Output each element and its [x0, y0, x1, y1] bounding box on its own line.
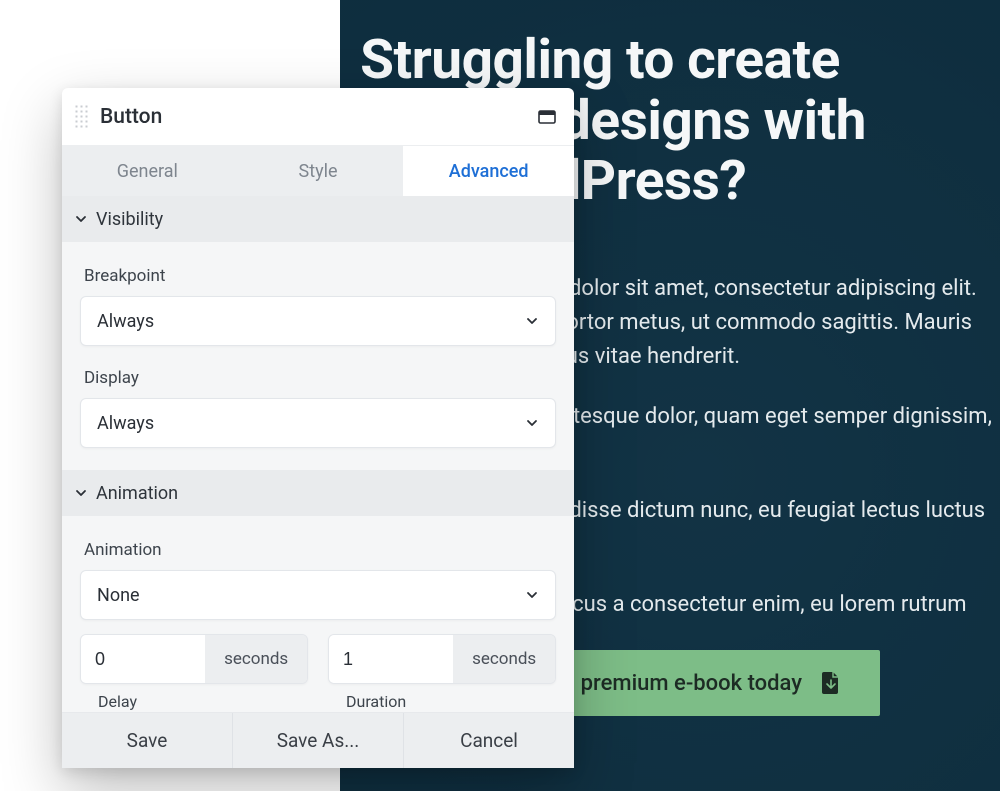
element-editor-panel: Button General Style Advanced Visibility… — [62, 88, 574, 768]
drag-handle-icon[interactable] — [74, 104, 88, 130]
tab-advanced[interactable]: Advanced — [403, 146, 574, 196]
save-button[interactable]: Save — [62, 713, 233, 768]
section-header-animation[interactable]: Animation — [62, 470, 574, 516]
display-label: Display — [84, 368, 556, 388]
panel-title: Button — [100, 105, 538, 129]
panel-tabs: General Style Advanced — [62, 146, 574, 196]
panel-body[interactable]: Visibility Breakpoint Always Display Alw… — [62, 196, 574, 712]
breakpoint-label: Breakpoint — [84, 266, 556, 286]
save-as-button[interactable]: Save As... — [233, 713, 404, 768]
chevron-down-icon — [525, 416, 539, 430]
breakpoint-select[interactable]: Always — [80, 296, 556, 346]
animation-select[interactable]: None — [80, 570, 556, 620]
chevron-down-icon — [525, 588, 539, 602]
window-toggle-icon[interactable] — [538, 110, 556, 124]
duration-input-group: seconds — [328, 634, 556, 684]
tab-general[interactable]: General — [62, 146, 233, 196]
pdf-icon — [822, 672, 840, 694]
display-value: Always — [97, 413, 154, 434]
section-header-visibility[interactable]: Visibility — [62, 196, 574, 242]
section-title: Animation — [96, 483, 178, 504]
animation-label: Animation — [84, 540, 556, 560]
duration-unit: seconds — [453, 635, 555, 683]
chevron-down-icon — [74, 486, 88, 500]
cancel-button[interactable]: Cancel — [404, 713, 574, 768]
delay-input[interactable] — [81, 635, 205, 683]
display-select[interactable]: Always — [80, 398, 556, 448]
chevron-down-icon — [74, 212, 88, 226]
delay-label: Delay — [98, 692, 308, 711]
chevron-down-icon — [525, 314, 539, 328]
section-animation: Animation None seconds Delay — [62, 516, 574, 712]
delay-unit: seconds — [205, 635, 307, 683]
tab-style[interactable]: Style — [233, 146, 404, 196]
breakpoint-value: Always — [97, 311, 154, 332]
duration-input[interactable] — [329, 635, 453, 683]
panel-footer: Save Save As... Cancel — [62, 712, 574, 768]
panel-header[interactable]: Button — [62, 88, 574, 146]
delay-input-group: seconds — [80, 634, 308, 684]
section-visibility: Breakpoint Always Display Always — [62, 242, 574, 470]
section-title: Visibility — [96, 209, 163, 230]
animation-value: None — [97, 585, 140, 606]
duration-label: Duration — [346, 692, 556, 711]
